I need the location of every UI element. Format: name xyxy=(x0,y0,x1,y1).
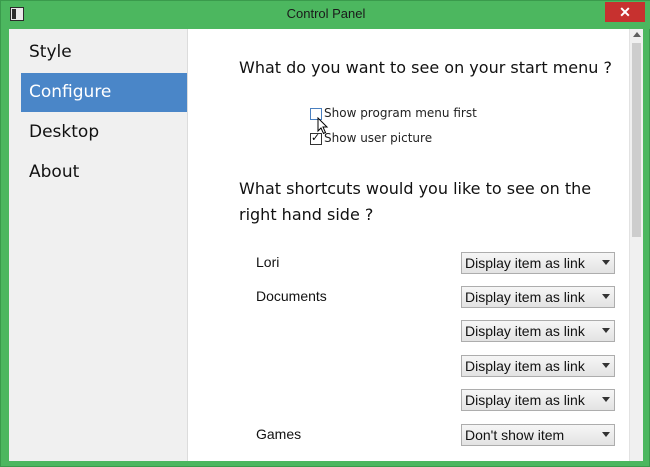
show-program-menu-label: Show program menu first xyxy=(324,106,477,120)
show-user-picture-label: Show user picture xyxy=(324,131,433,145)
shortcut-select-3[interactable]: Display item as link xyxy=(461,320,615,342)
shortcut-label-lori: Lori xyxy=(256,254,280,270)
shortcut-label-documents: Documents xyxy=(256,288,327,304)
configure-panel: What do you want to see on your start me… xyxy=(189,29,629,461)
shortcut-select-value: Display item as link xyxy=(465,358,585,374)
shortcut-select-games[interactable]: Don't show item xyxy=(461,424,615,446)
shortcut-select-value: Display item as link xyxy=(465,255,585,271)
chevron-down-icon xyxy=(602,397,610,402)
scroll-up-arrow-icon[interactable] xyxy=(633,32,641,37)
chevron-down-icon xyxy=(602,294,610,299)
sidebar-item-configure[interactable]: Configure xyxy=(21,73,187,112)
shortcut-select-value: Display item as link xyxy=(465,323,585,339)
title-bar[interactable]: Control Panel ✕ xyxy=(1,1,650,29)
start-menu-question: What do you want to see on your start me… xyxy=(239,58,613,77)
shortcut-select-5[interactable]: Display item as link xyxy=(461,389,615,411)
chevron-down-icon xyxy=(602,260,610,265)
control-panel-window: Control Panel ✕ Style Configure Desktop … xyxy=(0,0,650,467)
shortcut-label-games: Games xyxy=(256,426,302,442)
window-content: Style Configure Desktop About What do yo… xyxy=(9,29,643,461)
chevron-down-icon xyxy=(602,363,610,368)
close-button[interactable]: ✕ xyxy=(605,2,645,22)
sidebar-item-style[interactable]: Style xyxy=(21,33,187,72)
sidebar-item-about[interactable]: About xyxy=(21,153,187,192)
shortcut-select-value: Display item as link xyxy=(465,392,585,408)
shortcut-select-documents[interactable]: Display item as link xyxy=(461,286,615,308)
chevron-down-icon xyxy=(602,432,610,437)
window-title: Control Panel xyxy=(286,6,366,21)
show-user-picture-checkbox[interactable] xyxy=(310,131,322,145)
shortcut-select-4[interactable]: Display item as link xyxy=(461,355,615,377)
shortcut-select-value: Display item as link xyxy=(465,289,585,305)
shortcuts-question-line1: What shortcuts would you like to see on … xyxy=(239,179,592,198)
scrollbar-thumb[interactable] xyxy=(632,43,641,237)
chevron-down-icon xyxy=(602,328,610,333)
shortcut-select-value: Don't show item xyxy=(465,427,565,443)
vertical-scrollbar[interactable] xyxy=(629,29,643,461)
shortcut-select-lori[interactable]: Display item as link xyxy=(461,252,615,274)
sidebar: Style Configure Desktop About xyxy=(9,29,188,461)
shortcuts-question-line2: right hand side ? xyxy=(239,205,374,224)
sidebar-item-desktop[interactable]: Desktop xyxy=(21,113,187,152)
